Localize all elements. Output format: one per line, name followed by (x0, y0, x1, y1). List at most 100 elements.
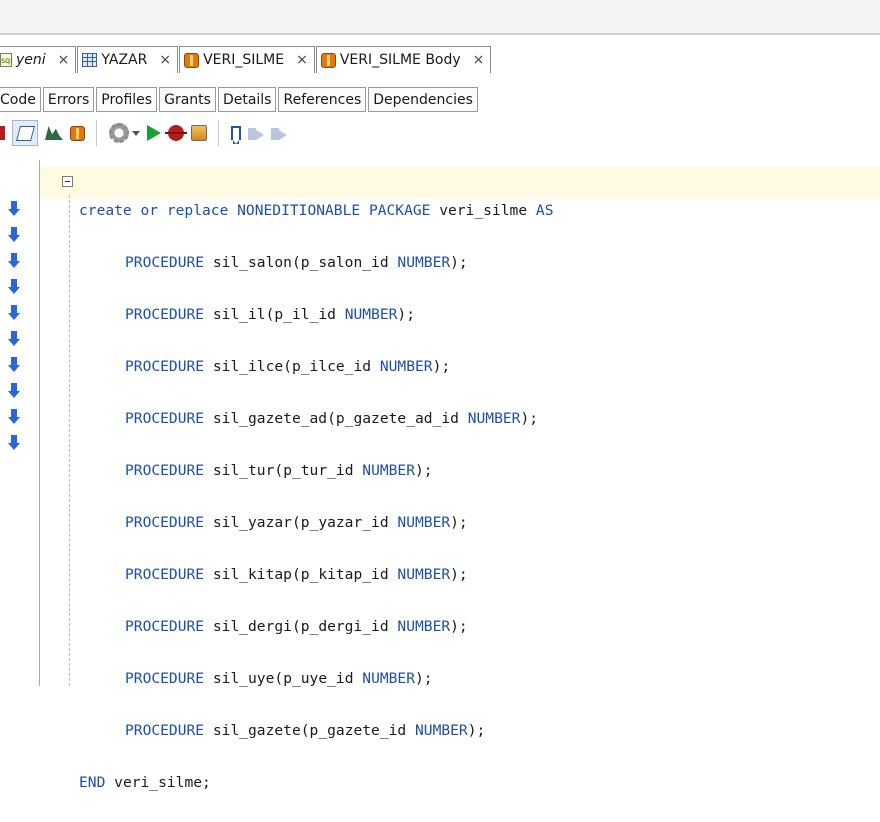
tab-label: yeni (16, 52, 46, 68)
code-line: PROCEDURE sil_gazete(p_gazete_id NUMBER)… (125, 722, 486, 739)
sql-worksheet-icon: sql (0, 53, 12, 67)
parameter-type: NUMBER (397, 514, 451, 531)
parameter-type: NUMBER (415, 722, 468, 739)
code-line: PROCEDURE sil_kitap(p_kitap_id NUMBER); (125, 566, 468, 583)
code-keyword: create or replace NONEDITIONABLE PACKAGE (79, 202, 431, 219)
implementation-arrow-icon[interactable] (8, 435, 20, 451)
procedure-name: sil_il (212, 306, 266, 323)
code-line: create or replace NONEDITIONABLE PACKAGE… (79, 198, 554, 224)
procedure-name: sil_gazete (212, 722, 301, 739)
parameter-type: NUMBER (344, 306, 398, 323)
parameter-type: NUMBER (379, 358, 433, 375)
editor-tab-bar: sql yeni × YAZAR × VERI_SILME × VERI_SIL… (0, 46, 492, 74)
code-line: PROCEDURE sil_salon(p_salon_id NUMBER); (125, 254, 468, 271)
code-keyword: AS (535, 202, 554, 219)
parameter-type: NUMBER (467, 410, 521, 427)
close-icon[interactable]: × (473, 52, 485, 68)
tab-yeni[interactable]: sql yeni × (0, 46, 77, 73)
top-bar (0, 0, 880, 33)
code-line: PROCEDURE sil_uye(p_uye_id NUMBER); (125, 670, 433, 687)
code-keyword: PROCEDURE (125, 670, 205, 687)
code-line: PROCEDURE sil_tur(p_tur_id NUMBER); (125, 462, 433, 479)
procedure-name: sil_gazete_ad (212, 410, 328, 427)
code-line: PROCEDURE sil_yazar(p_yazar_id NUMBER); (125, 514, 468, 531)
chevron-down-icon[interactable] (132, 130, 140, 136)
procedure-name: sil_kitap (212, 566, 292, 583)
implementation-arrow-icon[interactable] (8, 227, 20, 243)
parameter-name: p_il_id (274, 306, 336, 323)
package-icon (184, 52, 200, 68)
code-line: PROCEDURE sil_gazete_ad(p_gazete_ad_id N… (125, 410, 539, 427)
tab-label: VERI_SILME Body (339, 52, 461, 68)
code-editor[interactable]: create or replace NONEDITIONABLE PACKAGE… (79, 172, 554, 822)
tab-details[interactable]: Details (217, 87, 277, 112)
tab-errors[interactable]: Errors (42, 87, 95, 112)
package-body-icon (320, 52, 336, 68)
toolbar-separator (96, 120, 97, 146)
procedure-name: sil_uye (212, 670, 275, 687)
collapse-icon[interactable] (62, 176, 73, 187)
gutter-border (39, 160, 40, 686)
code-keyword: PROCEDURE (125, 306, 205, 323)
code-keyword: PROCEDURE (125, 462, 205, 479)
next-bookmark-icon[interactable] (248, 119, 264, 147)
debug-icon[interactable] (165, 119, 187, 147)
tab-label: VERI_SILME (203, 52, 285, 68)
toolbar-separator (218, 120, 219, 146)
implementation-arrow-icon[interactable] (8, 331, 20, 347)
implementation-arrow-icon[interactable] (8, 357, 20, 373)
settings-icon[interactable] (109, 119, 140, 147)
tab-grants[interactable]: Grants (159, 87, 216, 112)
compile-icon[interactable] (45, 119, 63, 147)
tab-dependencies[interactable]: Dependencies (368, 87, 478, 112)
package-name: veri_silme (439, 202, 528, 219)
code-line: PROCEDURE sil_dergi(p_dergi_id NUMBER); (125, 618, 468, 635)
tab-code[interactable]: Code (0, 87, 41, 112)
procedure-name: sil_ilce (212, 358, 284, 375)
code-keyword: PROCEDURE (125, 254, 205, 271)
code-keyword: PROCEDURE (125, 410, 205, 427)
parameter-name: p_gazete_id (309, 722, 407, 739)
object-sub-tabs: Code Errors Profiles Grants Details Refe… (0, 87, 480, 112)
implementation-arrow-icon[interactable] (8, 305, 20, 321)
toggle-bookmark-icon[interactable] (231, 119, 241, 147)
previous-bookmark-icon[interactable] (271, 119, 287, 147)
close-icon[interactable]: × (159, 52, 171, 68)
code-line: END veri_silme; (79, 770, 554, 796)
refresh-icon[interactable] (0, 119, 5, 147)
code-keyword: PROCEDURE (125, 358, 205, 375)
procedure-name: sil_salon (212, 254, 292, 271)
parameter-type: NUMBER (362, 670, 415, 687)
close-icon[interactable]: × (58, 52, 70, 68)
package-icon[interactable] (70, 119, 85, 147)
tab-references[interactable]: References (278, 87, 367, 112)
tab-label: YAZAR (101, 52, 148, 68)
profile-icon[interactable] (191, 119, 207, 147)
implementation-arrow-icon[interactable] (8, 409, 20, 425)
tab-profiles[interactable]: Profiles (96, 87, 158, 112)
parameter-name: p_uye_id (283, 670, 354, 687)
tab-yazar[interactable]: YAZAR × (77, 46, 179, 73)
editor-toolbar (0, 117, 294, 149)
procedure-name: sil_tur (212, 462, 275, 479)
code-keyword: PROCEDURE (125, 618, 205, 635)
parameter-name: p_salon_id (300, 254, 389, 271)
parameter-name: p_dergi_id (300, 618, 389, 635)
parameter-name: p_kitap_id (300, 566, 389, 583)
implementation-arrow-icon[interactable] (8, 253, 20, 269)
tab-veri-silme[interactable]: VERI_SILME × (179, 46, 315, 73)
procedure-name: sil_yazar (212, 514, 292, 531)
parameter-name: p_gazete_ad_id (335, 410, 459, 427)
close-icon[interactable]: × (296, 52, 308, 68)
tab-veri-silme-body[interactable]: VERI_SILME Body × (315, 46, 492, 73)
implementation-arrow-icon[interactable] (8, 383, 20, 399)
edit-icon[interactable] (12, 119, 38, 147)
implementation-arrow-icon[interactable] (8, 279, 20, 295)
parameter-type: NUMBER (362, 462, 415, 479)
code-keyword: PROCEDURE (125, 566, 205, 583)
code-line: PROCEDURE sil_il(p_il_id NUMBER); (125, 306, 415, 323)
procedure-name: sil_dergi (212, 618, 292, 635)
implementation-arrow-icon[interactable] (8, 201, 20, 217)
run-icon[interactable] (147, 119, 161, 147)
fold-guide (69, 195, 70, 686)
